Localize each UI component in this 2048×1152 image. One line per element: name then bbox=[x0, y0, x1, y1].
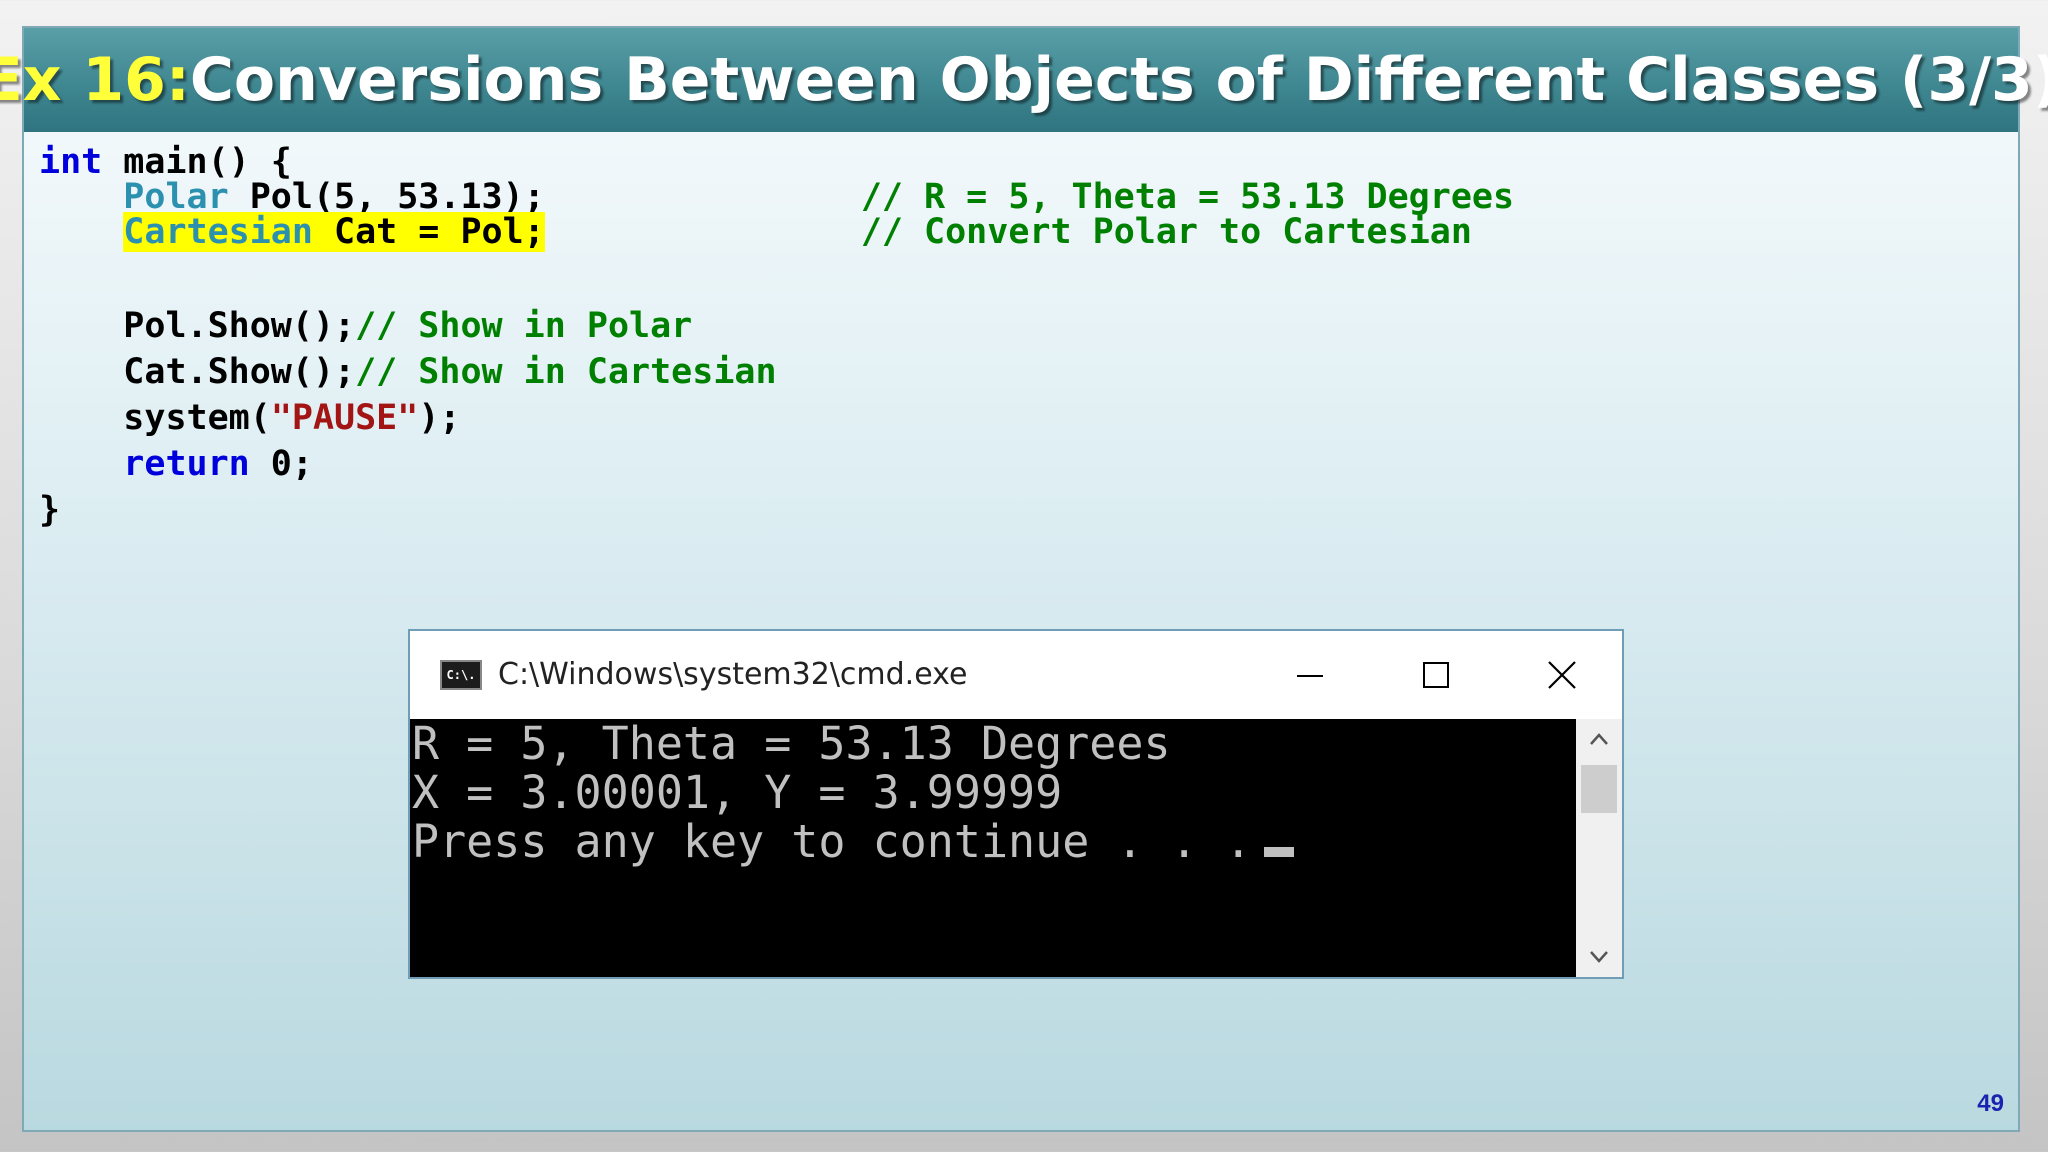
code-text: } bbox=[39, 490, 61, 530]
code-string: "PAUSE" bbox=[270, 398, 419, 438]
code-text: ); bbox=[418, 398, 461, 438]
slide-title-bar: Ex 16: Conversions Between Objects of Di… bbox=[0, 28, 2048, 132]
maximize-button[interactable] bbox=[1406, 649, 1466, 701]
code-block: int main() { Polar Pol(5, 53.13); // R =… bbox=[39, 140, 1999, 610]
minimize-button[interactable] bbox=[1280, 649, 1340, 701]
code-line-6: Cat.Show();// Show in Cartesian bbox=[39, 350, 777, 394]
console-prompt-text: Press any key to continue . . . bbox=[412, 815, 1252, 868]
code-line-5: Pol.Show();// Show in Polar bbox=[39, 304, 692, 348]
code-text: Pol.Show(); bbox=[123, 306, 356, 346]
close-button[interactable] bbox=[1532, 649, 1592, 701]
scroll-up-button[interactable] bbox=[1576, 719, 1622, 759]
scroll-thumb[interactable] bbox=[1581, 765, 1617, 813]
slide: Ex 16: Conversions Between Objects of Di… bbox=[0, 26, 2048, 1132]
code-line-9: } bbox=[39, 488, 60, 532]
code-text: 0; bbox=[249, 444, 313, 484]
code-text: Cat.Show(); bbox=[123, 352, 356, 392]
console-cursor bbox=[1263, 847, 1294, 857]
code-comment: // Show in Polar bbox=[355, 306, 693, 346]
cmd-window: C:\. C:\Windows\system32\cmd.exe R = 5, … bbox=[408, 629, 1624, 979]
maximize-icon bbox=[1423, 662, 1449, 688]
chevron-up-icon bbox=[1590, 733, 1608, 745]
console-line-1: R = 5, Theta = 53.13 Degrees bbox=[412, 717, 1171, 770]
vertical-scrollbar[interactable] bbox=[1576, 719, 1622, 977]
code-padding bbox=[545, 212, 861, 252]
cmd-title-bar[interactable]: C:\. C:\Windows\system32\cmd.exe bbox=[410, 631, 1622, 719]
page-number: 49 bbox=[1977, 1090, 2004, 1117]
console-line-2: X = 3.00001, Y = 3.99999 bbox=[412, 766, 1063, 819]
scroll-down-button[interactable] bbox=[1576, 937, 1622, 977]
code-comment: // Convert Polar to Cartesian bbox=[860, 212, 1472, 252]
code-comment: // Show in Cartesian bbox=[355, 352, 777, 392]
code-keyword: return bbox=[123, 444, 250, 484]
minimize-icon bbox=[1297, 675, 1323, 677]
code-type: Cartesian bbox=[123, 212, 313, 252]
code-line-8: return 0; bbox=[39, 442, 313, 486]
code-line-7: system("PAUSE"); bbox=[39, 396, 460, 440]
console-output[interactable]: R = 5, Theta = 53.13 Degrees X = 3.00001… bbox=[410, 719, 1576, 977]
cmd-app-icon: C:\. bbox=[440, 660, 482, 690]
code-line-3: Cartesian Cat = Pol; // Convert Polar to… bbox=[39, 210, 1472, 254]
code-text: system( bbox=[123, 398, 271, 438]
chevron-down-icon bbox=[1590, 951, 1608, 963]
close-icon bbox=[1548, 661, 1576, 689]
slide-title-prefix: Ex 16: bbox=[0, 45, 190, 115]
code-highlight: Cartesian Cat = Pol; bbox=[123, 212, 545, 252]
cmd-window-title: C:\Windows\system32\cmd.exe bbox=[498, 657, 968, 692]
code-text: Cat = Pol; bbox=[312, 212, 545, 252]
console-line-3: Press any key to continue . . . bbox=[412, 817, 1576, 866]
slide-title: Conversions Between Objects of Different… bbox=[189, 45, 2048, 115]
